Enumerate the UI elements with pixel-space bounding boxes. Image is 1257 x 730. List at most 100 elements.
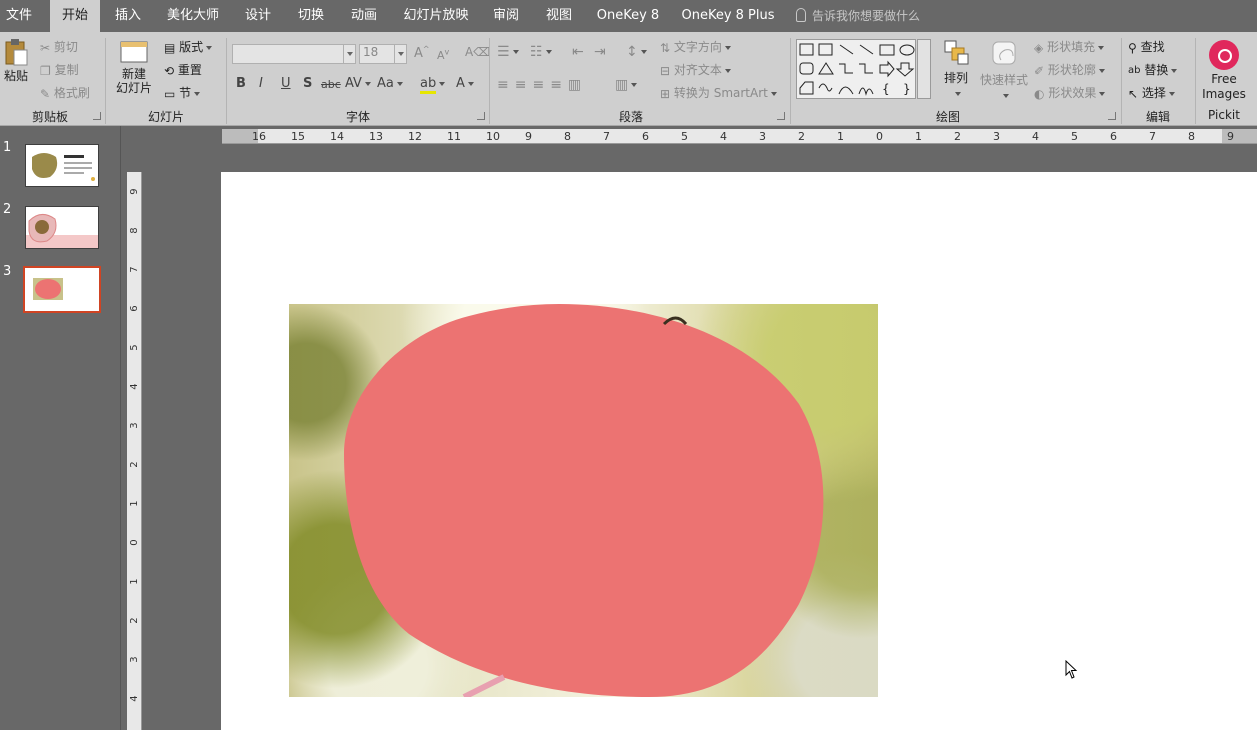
ruler-tick-label: 13 (369, 130, 383, 143)
slide-thumbnail-2[interactable] (25, 206, 99, 249)
italic-button[interactable]: I (259, 76, 263, 91)
increase-indent-button[interactable]: ⇥ (594, 44, 606, 60)
clear-format-icon: A⌫ (465, 45, 491, 59)
bold-button[interactable]: B (236, 76, 246, 91)
tab-transitions[interactable]: 切换 (291, 0, 331, 32)
chevron-down-icon (394, 45, 406, 63)
underline-button[interactable]: U (281, 76, 291, 91)
section-button[interactable]: ▭ 节 (164, 84, 201, 101)
decrease-indent-button[interactable]: ⇤ (572, 44, 584, 60)
reset-button[interactable]: ⟲ 重置 (164, 61, 202, 78)
reset-icon: ⟲ (164, 63, 175, 78)
section-icon: ▭ (164, 86, 176, 101)
highlight-button[interactable]: ab (420, 76, 446, 94)
paragraph-group-label: 段落 (618, 110, 643, 124)
smartart-label: 转换为 SmartArt (673, 86, 768, 100)
shape-outline-button[interactable]: ✐ 形状轮廓 (1034, 61, 1105, 78)
tab-animations[interactable]: 动画 (344, 0, 384, 32)
tell-me-label: 告诉我你想要做什么 (812, 9, 921, 23)
find-button[interactable]: ⚲ 查找 (1128, 38, 1165, 55)
line-spacing-icon: ↕ (626, 44, 638, 60)
tab-onekey8-plus[interactable]: OneKey 8 Plus (678, 0, 778, 32)
drawing-launcher-icon[interactable] (1108, 112, 1116, 120)
slide-2-preview (26, 214, 98, 248)
free-images-button[interactable]: Free Images (1199, 72, 1249, 102)
grow-font-icon: A^ (414, 45, 430, 62)
find-label: 查找 (1140, 40, 1165, 54)
strikethrough-button[interactable]: abc (321, 78, 341, 91)
cut-button[interactable]: ✂ 剪切 (40, 38, 78, 55)
change-case-button[interactable]: Aa (377, 76, 403, 91)
format-painter-button[interactable]: ✎ 格式刷 (40, 84, 90, 101)
tab-design[interactable]: 设计 (238, 0, 278, 32)
ruler-tick-label: 8 (564, 130, 571, 143)
copy-button[interactable]: ❐ 复制 (40, 61, 79, 78)
tab-home[interactable]: 开始 (50, 0, 100, 33)
ruler-tick-label: 9 (1227, 130, 1234, 143)
slide-thumbnail-3[interactable] (23, 266, 101, 313)
quick-styles-button[interactable]: 快速样式 (978, 38, 1030, 102)
ruler-tick-label: 5 (129, 344, 140, 351)
tell-me-search[interactable]: 告诉我你想要做什么 (796, 0, 920, 32)
numbering-button[interactable]: ☷ (530, 44, 552, 60)
clipboard-launcher-icon[interactable] (93, 112, 101, 120)
ruler-tick-label: 4 (129, 383, 140, 390)
slide-thumbnail-1[interactable] (25, 144, 99, 187)
shrink-font-button[interactable]: Av (437, 47, 449, 62)
tab-onekey8[interactable]: OneKey 8 (592, 0, 664, 32)
shadow-button[interactable]: S (303, 76, 312, 91)
shape-effects-button[interactable]: ◐ 形状效果 (1034, 84, 1106, 101)
columns-button[interactable]: ▥ (615, 77, 638, 93)
font-launcher-icon[interactable] (477, 112, 485, 120)
ruler-tick-label: 6 (129, 305, 140, 312)
free-images-label-1: Free (1211, 72, 1237, 86)
shapes-gallery-scroll[interactable] (917, 39, 931, 99)
clear-format-button[interactable]: A⌫ (465, 45, 490, 59)
bullets-button[interactable]: ☰ (497, 44, 519, 60)
paste-button[interactable]: 粘贴 (2, 38, 30, 84)
tab-file[interactable]: 文件 (0, 0, 38, 32)
font-color-button[interactable]: A (456, 76, 474, 91)
new-slide-label-1: 新建 (121, 67, 146, 81)
align-text-button[interactable]: ⊟ 对齐文本 (660, 61, 731, 78)
line-spacing-button[interactable]: ↕ (626, 44, 647, 60)
slides-group-label: 幻灯片 (147, 110, 184, 124)
tab-view[interactable]: 视图 (539, 0, 579, 32)
freeform-blob-shape[interactable] (289, 304, 878, 697)
shapes-gallery[interactable]: {} (796, 39, 916, 99)
convert-smartart-button[interactable]: ⊞ 转换为 SmartArt (660, 84, 777, 101)
shape-outline-label: 形状轮廓 (1047, 63, 1096, 77)
tab-review[interactable]: 审阅 (486, 0, 526, 32)
alignment-buttons[interactable]: ≡≡≡≡▥ (497, 77, 587, 93)
char-spacing-button[interactable]: AV (345, 76, 371, 91)
arrange-button[interactable]: 排列 (938, 38, 974, 100)
ruler-tick-label: 14 (330, 130, 344, 143)
pickit-logo-icon[interactable] (1209, 40, 1239, 70)
font-size-select[interactable]: 18 (359, 44, 407, 64)
text-direction-button[interactable]: ⇅ 文字方向 (660, 38, 731, 55)
new-slide-button[interactable]: 新建 幻灯片 (110, 38, 158, 95)
layout-button[interactable]: ▤ 版式 (164, 38, 213, 55)
font-family-select[interactable] (232, 44, 356, 64)
ruler-tick-label: 5 (681, 130, 688, 143)
select-button[interactable]: ↖ 选择 (1128, 84, 1175, 101)
quick-styles-icon (992, 41, 1016, 65)
tab-insert[interactable]: 插入 (108, 0, 148, 32)
columns-icon: ▥ (615, 77, 629, 93)
highlighter-icon: ab (420, 76, 437, 94)
cut-label: 剪切 (53, 40, 78, 54)
tab-beautify-master[interactable]: 美化大师 (160, 0, 226, 32)
new-slide-label-2: 幻灯片 (115, 81, 152, 95)
slide-canvas[interactable] (221, 172, 1257, 730)
grow-font-button[interactable]: A^ (414, 45, 430, 61)
slide-photo[interactable] (289, 304, 878, 697)
replace-button[interactable]: ab 替换 (1128, 61, 1178, 78)
numbered-list-icon: ☷ (530, 44, 543, 60)
tab-slideshow[interactable]: 幻灯片放映 (398, 0, 474, 32)
ruler-tick-label: 6 (1110, 130, 1117, 143)
mouse-pointer-icon (1065, 660, 1078, 679)
shape-fill-button[interactable]: ◈ 形状填充 (1034, 38, 1105, 55)
pink-clothing-detail (462, 674, 506, 697)
bullet-list-icon: ☰ (497, 44, 510, 60)
paragraph-launcher-icon[interactable] (777, 112, 785, 120)
